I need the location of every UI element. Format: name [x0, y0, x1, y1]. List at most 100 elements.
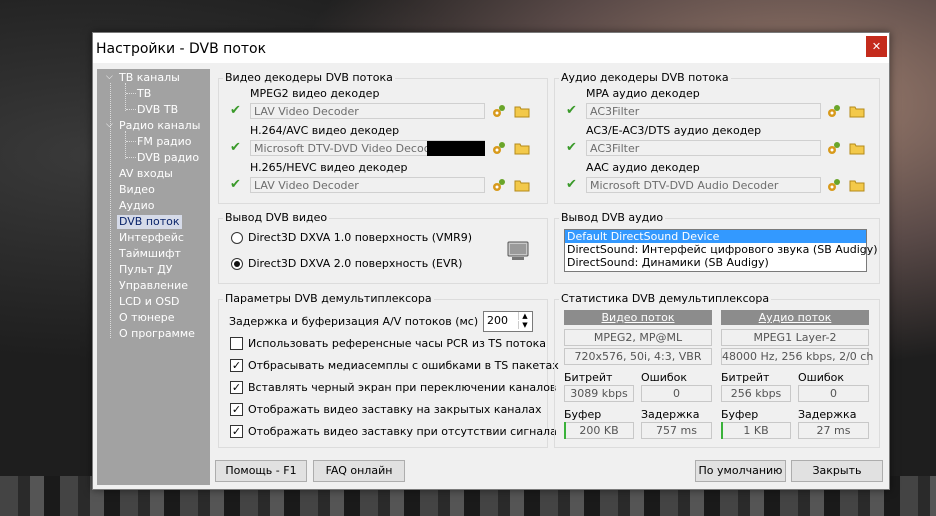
spin-down-icon[interactable]: ▼: [518, 321, 531, 329]
sidebar-item-audio[interactable]: Аудио: [119, 199, 155, 213]
aac-decoder-field[interactable]: Microsoft DTV-DVD Audio Decoder: [586, 177, 821, 193]
settings-tree: ⌵ ТВ каналы ТВ DVB ТВ ⌵ Радио каналы FM …: [97, 69, 210, 485]
black-screen-checkbox[interactable]: ✓: [230, 381, 243, 394]
check-icon: ✔: [230, 177, 241, 192]
tree-connector: [126, 141, 136, 142]
video-decoders-group: Видео декодеры DVB потока MPEG2 видео де…: [218, 71, 548, 204]
check-icon: ✔: [566, 103, 577, 118]
h265-decoder-field[interactable]: LAV Video Decoder: [250, 177, 485, 193]
pcr-checkbox[interactable]: [230, 337, 243, 350]
radio-evr-label[interactable]: Direct3D DXVA 2.0 поверхность (EVR): [248, 257, 462, 270]
settings-dialog: Настройки - DVB поток ✕ ⌵ ТВ каналы ТВ D…: [92, 32, 890, 490]
tree-expand-icon[interactable]: ⌵: [106, 72, 113, 82]
no-signal-splash-label[interactable]: Отображать видео заставку при отсутствии…: [248, 425, 557, 438]
close-window-button[interactable]: ✕: [866, 36, 887, 57]
video-errors: 0: [641, 385, 712, 402]
radio-vmr9[interactable]: [231, 232, 243, 244]
close-button[interactable]: Закрыть: [791, 460, 883, 482]
closed-channel-splash-label[interactable]: Отображать видео заставку на закрытых ка…: [248, 403, 542, 416]
check-icon: ✔: [230, 103, 241, 118]
video-format: MPEG2, MP@ML: [564, 329, 712, 346]
sidebar-item-radio-channels[interactable]: Радио каналы: [119, 119, 200, 133]
sidebar-item-timeshift[interactable]: Таймшифт: [119, 247, 181, 261]
group-title: Статистика DVB демультиплексора: [559, 292, 772, 305]
mpeg2-decoder-field[interactable]: LAV Video Decoder: [250, 103, 485, 119]
help-button[interactable]: Помощь - F1: [215, 460, 307, 482]
list-item[interactable]: DirectSound: Динамики (SB Audigy): [565, 256, 866, 269]
demux-stats-group: Статистика DVB демультиплексора Видео по…: [554, 292, 880, 448]
sidebar-item-video[interactable]: Видео: [119, 183, 155, 197]
tree-connector: [125, 83, 126, 111]
sidebar-item-fm-radio[interactable]: FM радио: [137, 135, 192, 149]
sidebar-item-lcd-osd[interactable]: LCD и OSD: [119, 295, 180, 309]
folder-icon[interactable]: [514, 141, 530, 155]
black-screen-label[interactable]: Вставлять черный экран при переключении …: [248, 381, 556, 394]
closed-channel-splash-checkbox[interactable]: ✓: [230, 403, 243, 416]
defaults-button[interactable]: По умолчанию: [695, 460, 786, 482]
gear-icon[interactable]: [826, 177, 842, 193]
folder-icon[interactable]: [849, 141, 865, 155]
radio-evr[interactable]: [231, 258, 243, 270]
sidebar-item-dvb-tv[interactable]: DVB ТВ: [137, 103, 178, 117]
gear-icon[interactable]: [491, 177, 507, 193]
audio-buffer: 1 KB: [721, 422, 791, 439]
monitor-icon[interactable]: [506, 239, 530, 263]
video-bitrate-label: Битрейт: [564, 371, 613, 384]
gear-icon[interactable]: [826, 140, 842, 156]
sidebar-item-tv[interactable]: ТВ: [137, 87, 151, 101]
video-params: 720x576, 50i, 4:3, VBR: [564, 348, 712, 365]
audio-stream-header: Аудио поток: [721, 310, 869, 325]
sidebar-item-control[interactable]: Управление: [119, 279, 188, 293]
folder-icon[interactable]: [849, 178, 865, 192]
pcr-checkbox-label[interactable]: Использовать референсные часы PCR из TS …: [248, 337, 546, 350]
redaction-block: [427, 141, 485, 156]
drop-errors-checkbox[interactable]: ✓: [230, 359, 243, 372]
video-delay-label: Задержка: [641, 408, 700, 421]
sidebar-item-av-inputs[interactable]: AV входы: [119, 167, 173, 181]
faq-online-button[interactable]: FAQ онлайн: [313, 460, 405, 482]
group-title: Вывод DVB видео: [223, 211, 330, 224]
folder-icon[interactable]: [849, 104, 865, 118]
drop-errors-label[interactable]: Отбрасывать медиасемплы с ошибками в TS …: [248, 359, 559, 372]
list-item[interactable]: Default DirectSound Device: [565, 230, 866, 243]
check-icon: ✔: [566, 177, 577, 192]
radio-vmr9-label[interactable]: Direct3D DXVA 1.0 поверхность (VMR9): [248, 231, 472, 244]
mpa-decoder-field[interactable]: AC3Filter: [586, 103, 821, 119]
sidebar-item-dvb-radio[interactable]: DVB радио: [137, 151, 199, 165]
sidebar-item-about-program[interactable]: О программе: [119, 327, 195, 341]
folder-icon[interactable]: [514, 104, 530, 118]
list-item[interactable]: DirectSound: Интерфейс цифрового звука (…: [565, 243, 878, 256]
aac-decoder-label: AAC аудио декодер: [586, 161, 700, 174]
gear-icon[interactable]: [491, 140, 507, 156]
group-title: Видео декодеры DVB потока: [223, 71, 395, 84]
audio-params: 48000 Hz, 256 kbps, 2/0 ch: [721, 348, 874, 365]
sidebar-item-remote[interactable]: Пульт ДУ: [119, 263, 173, 277]
delay-spinner[interactable]: 200 ▲ ▼: [483, 311, 533, 332]
audio-device-list[interactable]: Default DirectSound Device DirectSound: …: [564, 229, 878, 272]
gear-icon[interactable]: [826, 103, 842, 119]
tree-connector: [125, 131, 126, 159]
sidebar-item-about-tuner[interactable]: О тюнере: [119, 311, 175, 325]
video-output-group: Вывод DVB видео Direct3D DXVA 1.0 поверх…: [218, 211, 548, 284]
audio-errors: 0: [798, 385, 869, 402]
audio-bitrate: 256 kbps: [721, 385, 791, 402]
sidebar-item-dvb-stream[interactable]: DVB поток: [117, 215, 182, 229]
folder-icon[interactable]: [514, 178, 530, 192]
audio-errors-label: Ошибок: [798, 371, 845, 384]
spin-up-icon[interactable]: ▲: [518, 312, 531, 320]
h264-decoder-label: H.264/AVC видео декодер: [250, 124, 400, 137]
video-buffer-label: Буфер: [564, 408, 602, 421]
audio-delay: 27 ms: [798, 422, 869, 439]
tree-expand-icon[interactable]: ⌵: [106, 120, 113, 130]
video-buffer-level-bar: [564, 422, 566, 439]
audio-bitrate-label: Битрейт: [721, 371, 770, 384]
sidebar-item-tv-channels[interactable]: ТВ каналы: [119, 71, 180, 85]
group-title: Параметры DVB демультиплексора: [223, 292, 434, 305]
gear-icon[interactable]: [491, 103, 507, 119]
ac3-decoder-field[interactable]: AC3Filter: [586, 140, 821, 156]
no-signal-splash-checkbox[interactable]: ✓: [230, 425, 243, 438]
video-stream-header: Видео поток: [564, 310, 712, 325]
tree-connector: [126, 93, 136, 94]
delay-value[interactable]: 200: [487, 314, 508, 327]
sidebar-item-interface[interactable]: Интерфейс: [119, 231, 184, 245]
